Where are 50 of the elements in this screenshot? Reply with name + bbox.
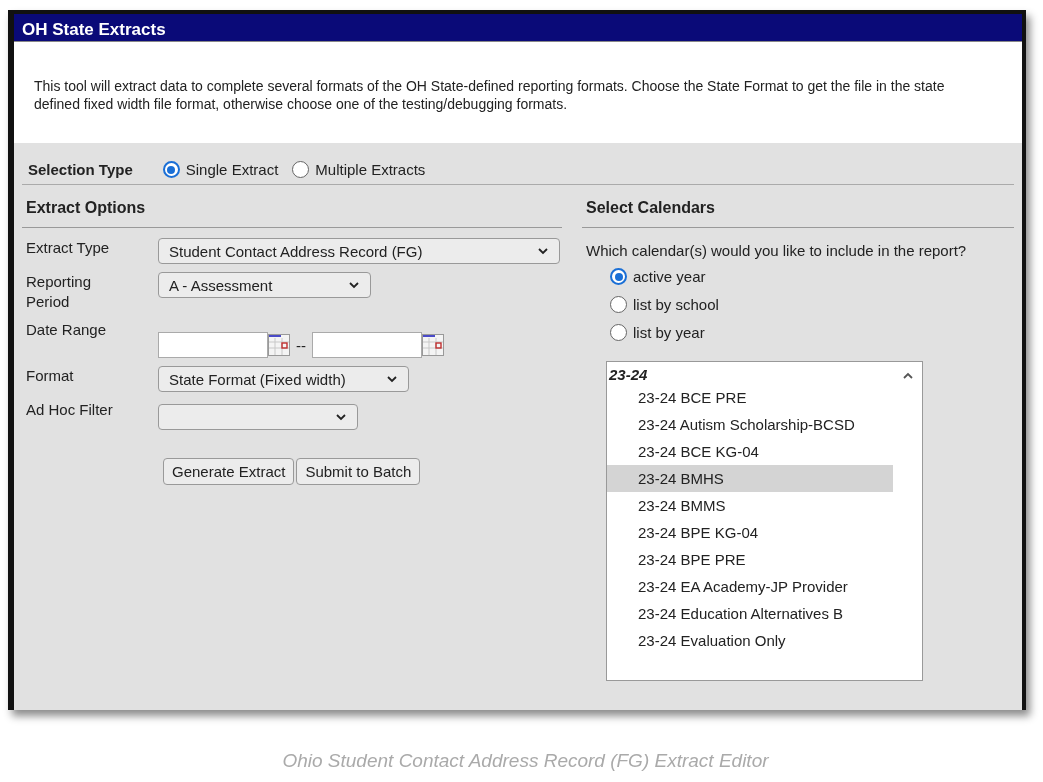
- section-heading: Select Calendars: [582, 185, 1014, 228]
- list-item[interactable]: 23-24 BMHS: [607, 465, 893, 492]
- dropdown[interactable]: [158, 404, 358, 430]
- list-item[interactable]: 23-24 BPE KG-04: [607, 519, 893, 546]
- radio-button[interactable]: [610, 268, 627, 285]
- list-item[interactable]: 23-24 BPE PRE: [607, 546, 893, 573]
- chevron-down-icon: [335, 413, 347, 421]
- radio-button[interactable]: [162, 161, 180, 178]
- dropdown[interactable]: A - Assessment: [158, 272, 371, 298]
- range-separator: --: [296, 336, 306, 354]
- list-group-label: 23-24: [608, 365, 649, 384]
- dropdown[interactable]: Student Contact Address Record (FG): [158, 238, 560, 264]
- field-label: Format: [26, 366, 75, 386]
- radio-label: Multiple Extracts: [315, 161, 426, 178]
- list-item[interactable]: 23-24 BCE KG-04: [607, 438, 893, 465]
- field-label: Reporting Period: [26, 272, 93, 312]
- list-item[interactable]: 23-24 Autism Scholarship-BCSD: [607, 411, 893, 438]
- radio-label: list by year: [633, 324, 705, 341]
- calendar-icon[interactable]: [268, 334, 290, 356]
- action-button[interactable]: Generate Extract: [163, 458, 295, 485]
- scroll-up-icon[interactable]: [901, 372, 914, 380]
- chevron-down-icon: [537, 247, 549, 255]
- action-button[interactable]: Submit to Batch: [296, 458, 421, 485]
- list-item[interactable]: 23-24 BMMS: [607, 492, 893, 519]
- question-text: Which calendar(s) would you like to include in the report?: [586, 242, 968, 260]
- radio-button[interactable]: [610, 296, 627, 313]
- list-item[interactable]: 23-24 EA Academy-JP Provider: [607, 573, 893, 600]
- list-item[interactable]: 23-24 Education Alternatives B: [607, 600, 893, 627]
- field-label: Extract Type: [26, 238, 111, 258]
- field-label: Ad Hoc Filter: [26, 400, 114, 420]
- calendar-list[interactable]: 23-24 23-24 BCE PRE 23-24 Autism Scholarship-BCSD 23-24 BCE KG-04 23-24 BMHS 23-24 BMMS 23-24 BPE KG-04 23-24 BPE PRE 23-24 EA Academy-JP Provider 23-24 Education Alternatives B 23-24 Evaluation Only: [606, 361, 923, 681]
- description-text: This tool will extract data to complete several formats of the OH State-defined reporting formats. Choose the State Format to get the file in the state defined fixed width file format, otherwise choose one of the testing/debugging formats.: [34, 77, 946, 113]
- selection-type-label: Selection Type: [28, 161, 133, 178]
- radio-button[interactable]: [292, 161, 310, 178]
- list-item[interactable]: 23-24 BCE PRE: [607, 384, 893, 411]
- figure-caption: Ohio Student Contact Address Record (FG) Extract Editor: [281, 750, 770, 772]
- radio-label: active year: [633, 268, 706, 285]
- radio-label: Single Extract: [185, 161, 279, 178]
- chevron-down-icon: [348, 281, 360, 289]
- window-title: OH State Extracts: [14, 14, 1022, 42]
- field-label: Date Range: [26, 320, 108, 340]
- dropdown[interactable]: State Format (Fixed width): [158, 366, 409, 392]
- calendar-icon[interactable]: [422, 334, 444, 356]
- date-field[interactable]: [158, 332, 268, 358]
- list-item[interactable]: 23-24 Evaluation Only: [607, 627, 893, 654]
- date-field[interactable]: [312, 332, 422, 358]
- chevron-down-icon: [386, 375, 398, 383]
- radio-button[interactable]: [610, 324, 627, 341]
- section-heading: Extract Options: [22, 185, 562, 228]
- radio-label: list by school: [633, 296, 719, 313]
